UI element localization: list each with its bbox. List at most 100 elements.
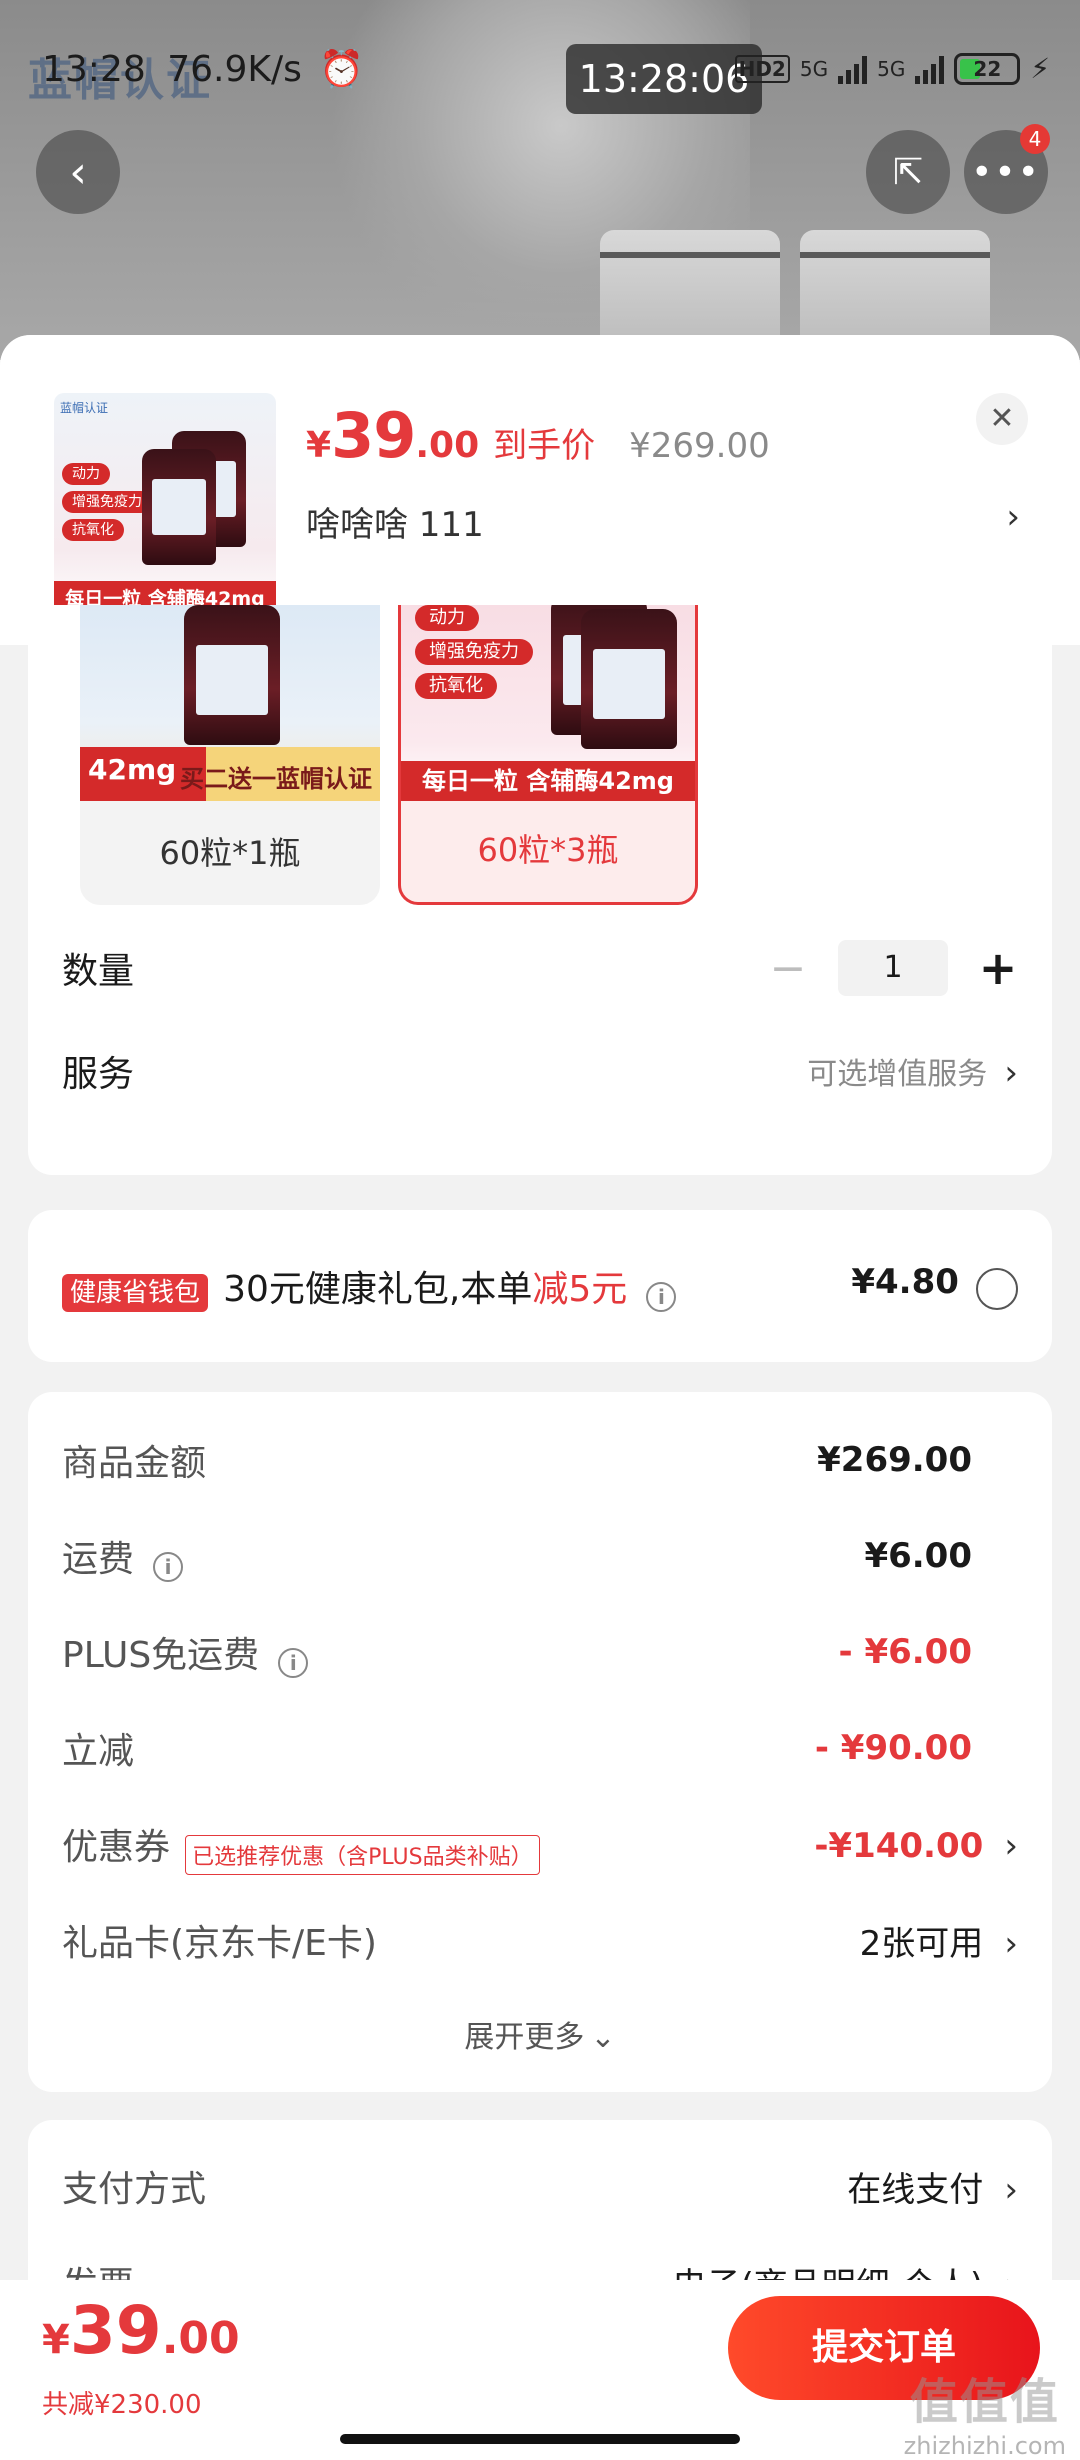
chevron-right-icon: › xyxy=(1004,1826,1018,1867)
wallet-highlight: 减5元 xyxy=(532,1269,628,1310)
charging-icon: ⚡ xyxy=(1030,52,1050,85)
product-thumbnail[interactable]: 蓝帽认证 动力 增强免疫力 抗氧化 每日一粒 含辅酶42mg xyxy=(54,393,276,617)
summary-value: - ¥6.00 xyxy=(838,1632,973,1672)
option-label: 60粒*1瓶 xyxy=(159,834,301,872)
summary-value: ¥6.00 xyxy=(864,1536,972,1576)
summary-label: 礼品卡(京东卡/E卡) xyxy=(62,1923,377,1964)
overlay-time: 13:28:06 xyxy=(566,44,762,114)
strip-promo: 买二送一蓝帽认证 xyxy=(180,765,372,793)
chevron-left-icon: ‹ xyxy=(69,146,87,198)
info-icon[interactable]: i xyxy=(153,1551,184,1582)
bottle-image xyxy=(184,605,280,745)
summary-label: PLUS免运费 xyxy=(62,1635,260,1676)
price-tag: 到手价 xyxy=(493,426,596,466)
quantity-stepper: − 1 + xyxy=(768,940,1018,996)
chevron-right-icon[interactable]: › xyxy=(1006,497,1020,537)
summary-value: - ¥90.00 xyxy=(814,1728,972,1768)
chevron-down-icon: ⌄ xyxy=(590,2020,616,2055)
option-item[interactable]: 42mg 买二送一蓝帽认证 60粒*1瓶 xyxy=(80,605,380,905)
thumb-pill: 动力 xyxy=(62,463,110,485)
summary-label: 运费 xyxy=(62,1539,135,1580)
info-icon[interactable]: i xyxy=(646,1281,677,1312)
price-currency: ¥ xyxy=(306,425,332,466)
quantity-row: 数量 − 1 + xyxy=(62,940,1018,996)
summary-label: 立减 xyxy=(62,1731,135,1772)
quantity-input[interactable]: 1 xyxy=(838,940,948,996)
sheet-header: 蓝帽认证 动力 增强免疫力 抗氧化 每日一粒 含辅酶42mg ¥ 39 .00 … xyxy=(0,335,1080,645)
original-price: ¥269.00 xyxy=(629,426,770,466)
home-indicator[interactable] xyxy=(340,2434,740,2444)
service-hint: 可选增值服务 xyxy=(807,1057,988,1092)
service-label: 服务 xyxy=(62,1054,135,1095)
thumb-pill: 增强免疫力 xyxy=(62,491,152,513)
option-pill: 增强免疫力 xyxy=(415,639,533,665)
wallet-card: 健康省钱包 30元健康礼包,本单减5元 i ¥4.80 xyxy=(28,1210,1052,1362)
option-band: 每日一粒 含辅酶42mg xyxy=(401,761,695,801)
wallet-radio[interactable] xyxy=(976,1267,1018,1310)
payment-method-row[interactable]: 支付方式 在线支付 › xyxy=(62,2160,1018,2212)
signal-icon xyxy=(838,54,868,84)
chevron-right-icon: › xyxy=(1004,2169,1018,2210)
payment-value: 在线支付 xyxy=(847,2169,984,2210)
summary-value: ¥269.00 xyxy=(817,1440,972,1480)
order-sheet: 蓝帽认证 动力 增强免疫力 抗氧化 每日一粒 含辅酶42mg ¥ 39 .00 … xyxy=(0,335,1080,2460)
thumb-pill: 抗氧化 xyxy=(62,519,124,541)
summary-row: 运费 i ¥6.00 xyxy=(62,1530,1018,1582)
quantity-label: 数量 xyxy=(62,951,135,992)
status-right: HD2 5G 5G 22 ⚡ xyxy=(734,52,1050,85)
price-row: ¥ 39 .00 到手价 ¥269.00 xyxy=(306,399,770,472)
summary-card: 商品金额 ¥269.00 运费 i ¥6.00 PLUS免运费 i - ¥6.0… xyxy=(28,1392,1052,2092)
service-row[interactable]: 服务 可选增值服务 › xyxy=(62,1045,1018,1097)
wallet-tag: 健康省钱包 xyxy=(62,1274,209,1312)
option-image: 42mg 买二送一蓝帽认证 xyxy=(80,605,380,801)
status-bar: 13:28 76.9K/s ⏰ 13:28:06 HD2 5G 5G 22 ⚡ xyxy=(0,0,1080,140)
close-button[interactable]: ✕ xyxy=(976,393,1028,445)
hd-label: HD2 xyxy=(734,54,790,83)
summary-value: 2张可用 xyxy=(859,1923,984,1964)
battery-icon: 22 xyxy=(954,52,1021,85)
option-label: 60粒*3瓶 xyxy=(477,831,619,869)
watermark: 值值值 zhizhizhi.com xyxy=(903,2374,1066,2460)
share-icon: ⇱ xyxy=(892,151,924,193)
notification-badge: 4 xyxy=(1020,124,1050,154)
option-strip: 42mg 买二送一蓝帽认证 xyxy=(80,747,380,801)
option-pill: 动力 xyxy=(415,605,479,631)
summary-row: 商品金额 ¥269.00 xyxy=(62,1434,1018,1486)
coupon-tag: 已选推荐优惠（含PLUS品类补贴） xyxy=(185,1834,540,1875)
net-speed: 76.9K/s xyxy=(167,49,302,90)
alarm-icon: ⏰ xyxy=(319,49,365,90)
summary-value: -¥140.00 xyxy=(814,1826,984,1867)
option-item-selected[interactable]: 动力 增强免疫力 抗氧化 每日一粒 含辅酶42mg 60粒*3瓶 xyxy=(398,605,698,905)
summary-row: 立减 - ¥90.00 xyxy=(62,1722,1018,1774)
coupon-row[interactable]: 优惠券 已选推荐优惠（含PLUS品类补贴） -¥140.00 › xyxy=(62,1818,1018,1875)
thumb-logo: 蓝帽认证 xyxy=(60,401,109,415)
bottle-image xyxy=(581,609,677,749)
options-card: 42mg 买二送一蓝帽认证 60粒*1瓶 动力 增强免疫力 抗氧化 每日一粒 含… xyxy=(28,605,1052,1175)
expand-more[interactable]: 展开更多 ⌄ xyxy=(28,2012,1052,2056)
decrease-button[interactable]: − xyxy=(768,943,808,994)
more-button[interactable]: ••• 4 xyxy=(964,124,1050,214)
info-icon[interactable]: i xyxy=(278,1647,309,1678)
wallet-price: ¥4.80 xyxy=(851,1262,959,1303)
chevron-right-icon: › xyxy=(1004,1053,1018,1093)
strip-dosage: 42mg xyxy=(88,753,177,786)
status-left: 13:28 76.9K/s ⏰ xyxy=(42,48,364,90)
option-pill: 抗氧化 xyxy=(415,673,497,699)
wallet-text: 30元健康礼包,本单减5元 xyxy=(223,1269,628,1310)
status-time: 13:28 xyxy=(42,49,146,90)
price-decimal: .00 xyxy=(415,425,480,466)
increase-button[interactable]: + xyxy=(978,941,1018,995)
back-button[interactable]: ‹ xyxy=(36,130,120,214)
signal-icon xyxy=(915,54,945,84)
selected-variant[interactable]: 啥啥啥 111 xyxy=(306,497,484,546)
giftcard-row[interactable]: 礼品卡(京东卡/E卡) 2张可用 › xyxy=(62,1914,1018,1966)
signal-label: 5G xyxy=(877,56,906,81)
share-button[interactable]: ⇱ xyxy=(866,130,950,214)
chevron-right-icon: › xyxy=(1004,1923,1018,1964)
total-reduced: 共减¥230.00 xyxy=(42,2390,202,2420)
price-integer: 39 xyxy=(331,399,416,472)
option-image: 动力 增强免疫力 抗氧化 每日一粒 含辅酶42mg xyxy=(401,605,695,801)
summary-label: 商品金额 xyxy=(62,1443,207,1484)
close-icon: ✕ xyxy=(989,401,1015,436)
wallet-row[interactable]: 健康省钱包 30元健康礼包,本单减5元 i ¥4.80 xyxy=(62,1260,1018,1312)
